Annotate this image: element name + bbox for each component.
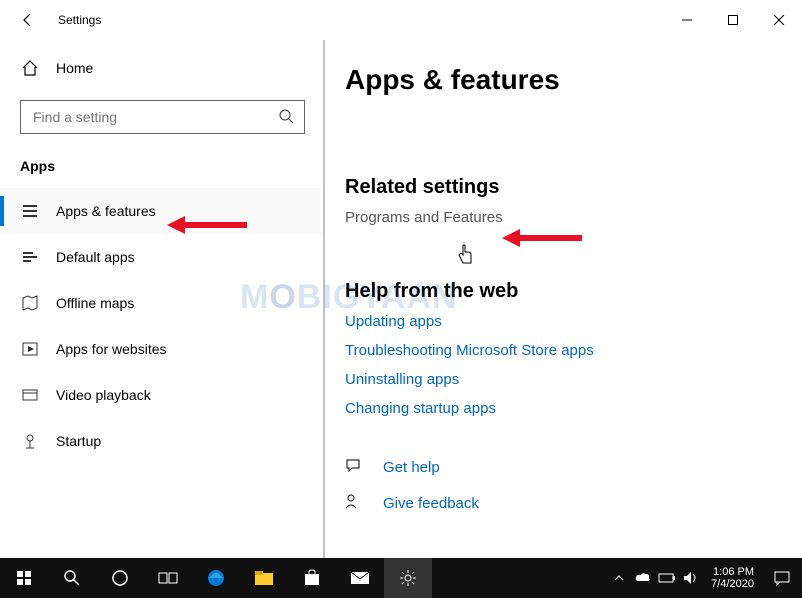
sidebar-item-video-playback[interactable]: Video playback bbox=[0, 372, 325, 418]
apps-websites-icon bbox=[20, 340, 40, 358]
sidebar-item-apps-features[interactable]: Apps & features bbox=[0, 188, 325, 234]
sidebar-item-label: Offline maps bbox=[56, 295, 134, 311]
home-icon bbox=[20, 59, 40, 77]
help-link-troubleshooting[interactable]: Troubleshooting Microsoft Store apps bbox=[345, 342, 772, 359]
sidebar: Home Apps Apps & features bbox=[0, 40, 325, 558]
help-link-updating-apps[interactable]: Updating apps bbox=[345, 313, 772, 330]
back-button[interactable] bbox=[12, 4, 44, 36]
video-playback-icon bbox=[20, 386, 40, 404]
taskbar-cortana[interactable] bbox=[96, 558, 144, 598]
taskbar-store[interactable] bbox=[288, 558, 336, 598]
startup-icon bbox=[20, 432, 40, 450]
feedback-icon bbox=[345, 493, 363, 513]
link-programs-and-features[interactable]: Programs and Features bbox=[345, 209, 503, 226]
get-help-label: Get help bbox=[383, 459, 440, 476]
apps-features-icon bbox=[20, 202, 40, 220]
nav-list: Apps & features Default apps Offline map… bbox=[0, 188, 325, 464]
search-field[interactable] bbox=[31, 108, 241, 126]
related-settings-heading: Related settings bbox=[345, 176, 772, 199]
link-give-feedback[interactable]: Give feedback bbox=[345, 493, 772, 513]
sidebar-item-label: Default apps bbox=[56, 249, 135, 265]
minimize-button[interactable] bbox=[664, 4, 710, 36]
help-link-startup-apps[interactable]: Changing startup apps bbox=[345, 400, 772, 417]
taskbar: 1:06 PM 7/4/2020 bbox=[0, 558, 802, 598]
tray-onedrive-icon[interactable] bbox=[631, 558, 655, 598]
content-pane: Apps & features Related settings Program… bbox=[325, 40, 802, 558]
start-button[interactable] bbox=[0, 558, 48, 598]
taskbar-clock[interactable]: 1:06 PM 7/4/2020 bbox=[703, 566, 762, 590]
sidebar-item-default-apps[interactable]: Default apps bbox=[0, 234, 325, 280]
taskbar-mail[interactable] bbox=[336, 558, 384, 598]
sidebar-scrollbar[interactable] bbox=[323, 40, 325, 558]
sidebar-item-offline-maps[interactable]: Offline maps bbox=[0, 280, 325, 326]
sidebar-home[interactable]: Home bbox=[0, 48, 325, 88]
tray-action-center-icon[interactable] bbox=[762, 558, 802, 598]
help-link-uninstalling[interactable]: Uninstalling apps bbox=[345, 371, 772, 388]
sidebar-item-label: Video playback bbox=[56, 387, 151, 403]
sidebar-item-label: Apps for websites bbox=[56, 341, 167, 357]
taskbar-taskview[interactable] bbox=[144, 558, 192, 598]
clock-date: 7/4/2020 bbox=[711, 578, 754, 590]
taskbar-search[interactable] bbox=[48, 558, 96, 598]
sidebar-home-label: Home bbox=[56, 60, 93, 76]
sidebar-category: Apps bbox=[20, 158, 325, 174]
sidebar-item-label: Apps & features bbox=[56, 203, 156, 219]
default-apps-icon bbox=[20, 248, 40, 266]
window-title: Settings bbox=[58, 13, 101, 27]
sidebar-item-label: Startup bbox=[56, 433, 101, 449]
search-input[interactable] bbox=[20, 100, 305, 134]
clock-time: 1:06 PM bbox=[711, 566, 754, 578]
taskbar-edge[interactable] bbox=[192, 558, 240, 598]
sidebar-item-startup[interactable]: Startup bbox=[0, 418, 325, 464]
titlebar: Settings bbox=[0, 0, 802, 40]
close-button[interactable] bbox=[756, 4, 802, 36]
sidebar-item-apps-websites[interactable]: Apps for websites bbox=[0, 326, 325, 372]
chat-icon bbox=[345, 457, 363, 477]
link-get-help[interactable]: Get help bbox=[345, 457, 772, 477]
give-feedback-label: Give feedback bbox=[383, 495, 479, 512]
taskbar-settings[interactable] bbox=[384, 558, 432, 598]
maximize-button[interactable] bbox=[710, 4, 756, 36]
page-title: Apps & features bbox=[345, 64, 772, 96]
offline-maps-icon bbox=[20, 294, 40, 312]
tray-volume-icon[interactable] bbox=[679, 558, 703, 598]
search-icon bbox=[278, 108, 294, 127]
tray-chevron-icon[interactable] bbox=[607, 558, 631, 598]
tray-battery-icon[interactable] bbox=[655, 558, 679, 598]
help-heading: Help from the web bbox=[345, 280, 772, 303]
taskbar-explorer[interactable] bbox=[240, 558, 288, 598]
